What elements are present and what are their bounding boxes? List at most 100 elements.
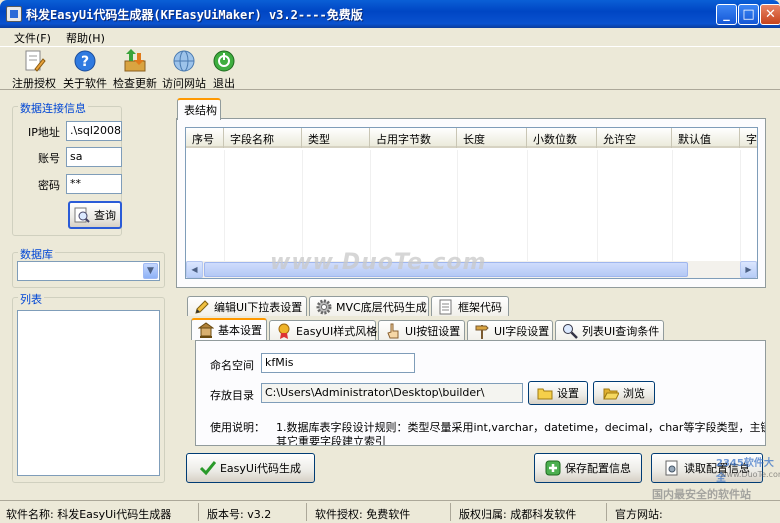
- database-select[interactable]: ▼: [17, 261, 160, 281]
- tab-ui-button-settings-label: UI按钮设置: [405, 324, 461, 338]
- tab-framework-code[interactable]: 框架代码: [431, 296, 509, 316]
- grid-header: 序号 字段名称 类型 占用字节数 长度 小数位数 允许空 默认值 字段: [186, 128, 757, 148]
- close-button[interactable]: ✕: [760, 4, 780, 25]
- list-legend: 列表: [18, 291, 44, 307]
- exit-button[interactable]: 退出: [212, 49, 236, 91]
- app-icon: [6, 6, 22, 22]
- col-bytes[interactable]: 占用字节数: [370, 128, 457, 148]
- tab-list-ui-query-label: 列表UI查询条件: [582, 324, 660, 338]
- browse-button-label: 浏览: [623, 387, 645, 400]
- save-config-button[interactable]: 保存配置信息: [534, 453, 642, 483]
- account-input[interactable]: sa: [66, 147, 122, 167]
- query-button[interactable]: 查询: [68, 201, 122, 229]
- signpost-icon: [474, 323, 490, 339]
- status-software-name: 软件名称: 科发EasyUi代码生成器: [6, 508, 172, 521]
- about-label: 关于软件: [63, 77, 107, 90]
- col-type[interactable]: 类型: [302, 128, 370, 148]
- hand-pointer-icon: [385, 323, 401, 339]
- col-nullable[interactable]: 允许空: [597, 128, 672, 148]
- visit-site-label: 访问网站: [162, 77, 206, 90]
- magnifier-document-icon: [74, 207, 90, 223]
- table-list[interactable]: [17, 310, 160, 476]
- award-ribbon-icon: [276, 323, 292, 339]
- ip-input[interactable]: .\sql2008: [66, 121, 122, 141]
- status-bar: 软件名称: 科发EasyUi代码生成器 版本号: v3.2 软件授权: 免费软件…: [0, 500, 780, 523]
- corner-brand: 2345软件大全: [716, 458, 774, 484]
- tab-table-structure-label: 表结构: [184, 104, 217, 117]
- grid-body: [186, 150, 757, 261]
- basic-settings-panel: 命名空间 kfMis 存放目录 C:\Users\Administrator\D…: [195, 340, 766, 446]
- scroll-right-icon[interactable]: ▶: [740, 261, 757, 278]
- register-button[interactable]: 注册授权: [12, 49, 56, 91]
- document-icon: [438, 299, 454, 315]
- col-default[interactable]: 默认值: [672, 128, 740, 148]
- col-field-name[interactable]: 字段名称: [224, 128, 302, 148]
- tab-easyui-style[interactable]: EasyUI样式风格: [269, 320, 378, 340]
- output-dir-label: 存放目录: [210, 389, 254, 402]
- tab-list-ui-query[interactable]: 列表UI查询条件: [555, 320, 664, 340]
- tab-ui-field-settings[interactable]: UI字段设置: [467, 320, 553, 340]
- window-title: 科发EasyUi代码生成器(KFEasyUiMaker) v3.2----免费版: [26, 8, 363, 22]
- about-button[interactable]: ? 关于软件: [63, 49, 107, 91]
- col-length[interactable]: 长度: [457, 128, 527, 148]
- chevron-down-icon[interactable]: ▼: [143, 263, 158, 279]
- col-decimals[interactable]: 小数位数: [527, 128, 597, 148]
- corner-url: www.DuoTe.com: [720, 470, 780, 479]
- tab-edit-ui-dropdown-label: 编辑UI下拉表设置: [214, 300, 303, 314]
- visit-site-button[interactable]: 访问网站: [162, 49, 206, 91]
- duote-watermark: www.DuoTe.com: [270, 250, 487, 275]
- status-website: 官方网站:: [615, 508, 663, 521]
- menu-file[interactable]: 文件(F): [14, 30, 51, 46]
- query-button-label: 查询: [94, 209, 116, 222]
- exit-icon: [212, 49, 236, 73]
- help-icon: ?: [73, 49, 97, 73]
- tab-table-structure[interactable]: 表结构: [177, 98, 221, 120]
- ip-label: IP地址: [28, 126, 60, 139]
- namespace-label: 命名空间: [210, 359, 254, 372]
- database-legend: 数据库: [18, 246, 55, 262]
- output-dir-input[interactable]: C:\Users\Administrator\Desktop\builder\: [261, 383, 523, 403]
- tab-mvc-code[interactable]: MVC底层代码生成: [309, 296, 429, 316]
- title-bar[interactable]: 科发EasyUi代码生成器(KFEasyUiMaker) v3.2----免费版…: [0, 0, 780, 28]
- namespace-input[interactable]: kfMis: [261, 353, 415, 373]
- browse-button[interactable]: 浏览: [593, 381, 655, 405]
- menu-help[interactable]: 帮助(H): [66, 30, 105, 46]
- add-green-icon: [545, 460, 561, 476]
- tab-framework-code-label: 框架代码: [458, 300, 502, 314]
- building-icon: [197, 322, 215, 338]
- folder-open-icon: [603, 385, 620, 401]
- tab-mvc-code-label: MVC底层代码生成: [336, 300, 427, 314]
- col-more[interactable]: 字段: [740, 128, 757, 148]
- maximize-button[interactable]: □: [738, 4, 759, 25]
- connection-legend: 数据连接信息: [18, 100, 88, 116]
- pencil-icon: [194, 299, 210, 315]
- set-dir-button[interactable]: 设置: [528, 381, 588, 405]
- usage-line-2: 其它重要字段建立索引: [276, 435, 386, 446]
- check-update-button[interactable]: 检查更新: [113, 49, 157, 91]
- account-label: 账号: [38, 152, 60, 165]
- status-copyright: 版权归属: 成都科发软件: [459, 508, 577, 521]
- generate-code-button[interactable]: EasyUi代码生成: [186, 453, 315, 483]
- status-version: 版本号: v3.2: [207, 508, 272, 521]
- status-license: 软件授权: 免费软件: [315, 508, 411, 521]
- document-pen-icon: [22, 49, 46, 73]
- tab-ui-button-settings[interactable]: UI按钮设置: [378, 320, 465, 340]
- tab-edit-ui-dropdown[interactable]: 编辑UI下拉表设置: [187, 296, 307, 316]
- col-index[interactable]: 序号: [186, 128, 224, 148]
- corner-watermark: 2345软件大全 www.DuoTe.com 国内最安全的软件站: [650, 452, 780, 501]
- tab-basic-settings[interactable]: 基本设置: [191, 318, 267, 340]
- menu-bar: 文件(F) 帮助(H): [0, 28, 780, 46]
- minimize-button[interactable]: _: [716, 4, 737, 25]
- update-arrows-icon: [123, 49, 147, 73]
- set-dir-button-label: 设置: [557, 387, 579, 400]
- checkmark-icon: [199, 460, 217, 476]
- search-icon: [562, 323, 578, 339]
- tab-ui-field-settings-label: UI字段设置: [494, 324, 550, 338]
- folder-icon: [537, 385, 553, 401]
- exit-label: 退出: [213, 77, 235, 90]
- save-config-label: 保存配置信息: [565, 462, 631, 475]
- password-input[interactable]: **: [66, 174, 122, 194]
- scroll-left-icon[interactable]: ◀: [186, 261, 203, 278]
- toolbar: 注册授权 ? 关于软件 检查更新 访问网站 退出: [0, 46, 780, 90]
- tab-easyui-style-label: EasyUI样式风格: [296, 324, 378, 338]
